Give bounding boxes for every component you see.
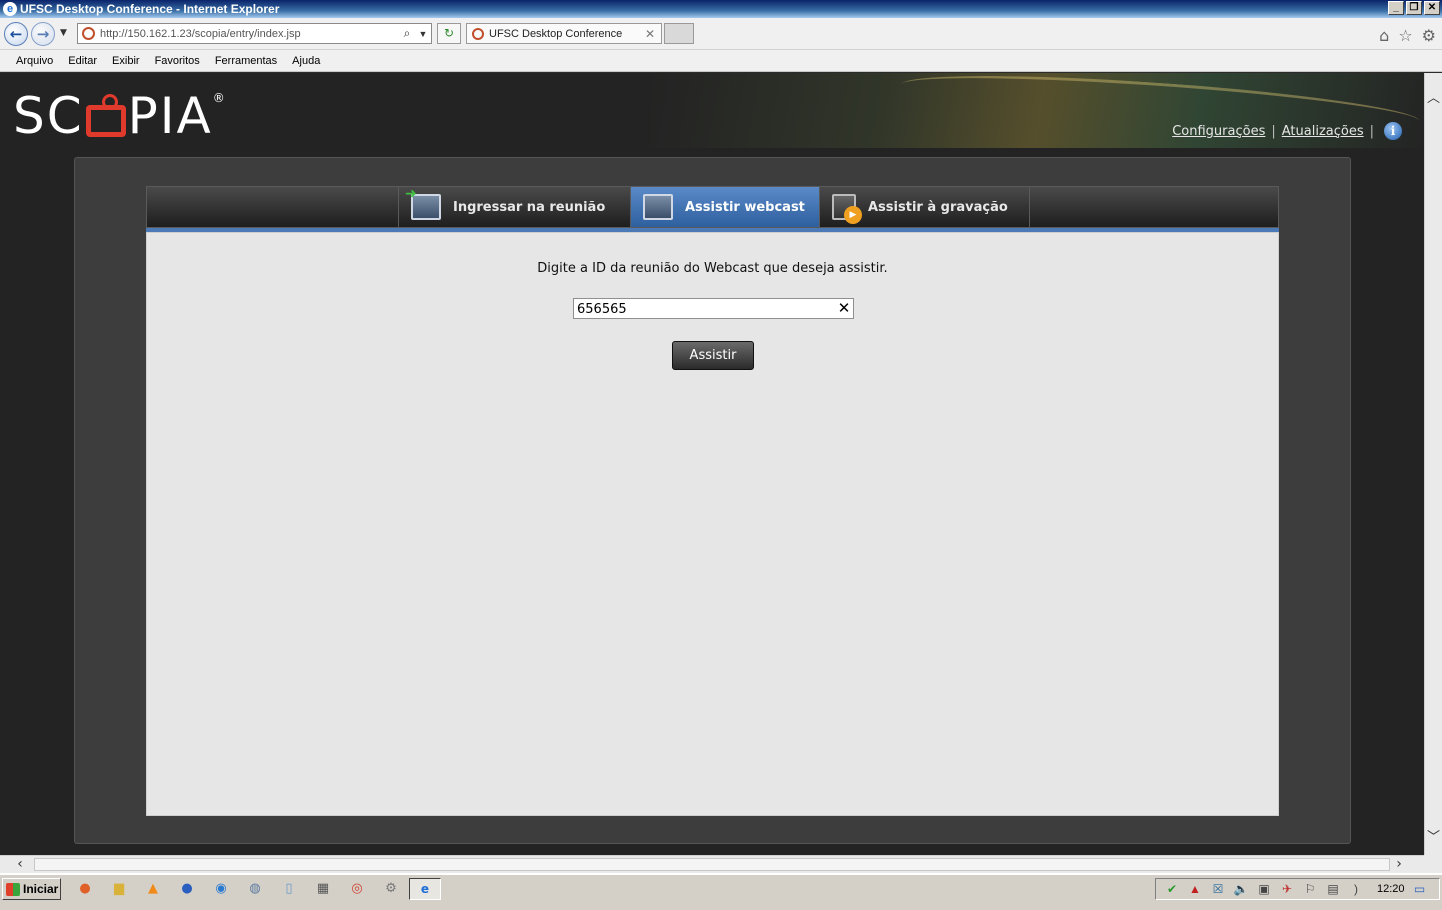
scroll-up-icon[interactable]: ︿ <box>1425 87 1442 106</box>
tab-watch-webcast[interactable]: Assistir webcast <box>631 187 820 227</box>
menu-editar[interactable]: Editar <box>68 55 97 67</box>
tab-title: UFSC Desktop Conference <box>489 27 623 40</box>
compatibility-refresh-button[interactable]: ↻ <box>437 23 461 44</box>
tab-watch-recording[interactable]: Assistir à gravação <box>820 187 1030 227</box>
app-icon[interactable]: ◉ <box>210 880 232 898</box>
settings-link[interactable]: Configurações <box>1172 124 1265 139</box>
favorites-star-icon[interactable]: ☆ <box>1398 26 1412 45</box>
menu-ajuda[interactable]: Ajuda <box>292 55 320 67</box>
watch-button[interactable]: Assistir <box>672 341 754 370</box>
recording-icon <box>832 194 862 224</box>
browser-navigation-bar: ← → ▼ http://150.162.1.23/scopia/entry/i… <box>0 18 1442 50</box>
scroll-down-icon[interactable]: ﹀ <box>1425 826 1442 845</box>
horizontal-scroll-thumb[interactable] <box>34 858 1390 871</box>
settings-icon[interactable]: ⚙ <box>380 880 402 898</box>
horizontal-scrollbar[interactable]: ‹ › <box>0 855 1424 873</box>
clear-input-icon[interactable]: ✕ <box>836 299 852 317</box>
tab-watch-webcast-label: Assistir webcast <box>685 199 805 215</box>
scroll-left-icon[interactable]: ‹ <box>10 856 30 873</box>
menu-arquivo[interactable]: Arquivo <box>16 55 53 67</box>
address-dropdown-icon[interactable]: ▼ <box>415 29 431 39</box>
restore-button[interactable]: ❐ <box>1406 1 1422 15</box>
meeting-id-input[interactable] <box>573 298 854 319</box>
quick-launch: ● ▆ ▲ ● ◉ ◍ ▯ ▦ ◎ ⚙ <box>74 880 402 898</box>
display-icon[interactable]: ▤ <box>1325 882 1341 896</box>
system-tray: ✔ ▲ ☒ 🔈 ▣ ✈ ⚐ ▤ ) 12:20 ▭ <box>1155 878 1440 900</box>
start-label: Iniciar <box>23 882 59 896</box>
window-title: UFSC Desktop Conference - Internet Explo… <box>20 2 280 16</box>
search-icon[interactable]: ⌕ <box>399 26 415 41</box>
logo-text-right: PIA <box>127 87 213 145</box>
info-icon[interactable]: i <box>1384 122 1402 140</box>
network-icon[interactable]: ◍ <box>244 880 266 898</box>
app-tray-icon[interactable]: ☒ <box>1210 882 1226 896</box>
forward-button[interactable]: → <box>31 22 55 46</box>
logo-camera-icon <box>85 94 126 137</box>
link-separator: | <box>1271 123 1276 139</box>
browser-tab-active[interactable]: UFSC Desktop Conference ✕ <box>466 23 662 44</box>
app-tray-icon[interactable]: ✈ <box>1279 882 1295 896</box>
tabs-spacer <box>147 187 399 227</box>
tab-watch-recording-label: Assistir à gravação <box>868 199 1008 215</box>
security-icon[interactable]: ✔ <box>1164 882 1180 896</box>
taskbar: Iniciar ● ▆ ▲ ● ◉ ◍ ▯ ▦ ◎ ⚙ e ✔ ▲ ☒ 🔈 ▣ … <box>0 873 1442 910</box>
link-separator: | <box>1369 123 1374 139</box>
minimize-button[interactable]: _ <box>1388 1 1404 15</box>
menu-ferramentas[interactable]: Ferramentas <box>215 55 277 67</box>
history-dropdown-icon[interactable]: ▼ <box>60 28 67 38</box>
address-url[interactable]: http://150.162.1.23/scopia/entry/index.j… <box>100 28 301 40</box>
tab-join-meeting-label: Ingressar na reunião <box>453 199 606 215</box>
menu-favoritos[interactable]: Favoritos <box>155 55 200 67</box>
new-tab-button[interactable] <box>664 23 694 44</box>
internet-explorer-icon: e <box>3 2 17 16</box>
document-icon[interactable]: ▯ <box>278 880 300 898</box>
logo-text-left: SC <box>13 87 84 145</box>
taskbar-internet-explorer[interactable]: e <box>409 878 441 900</box>
action-tabs: Ingressar na reunião Assistir webcast As… <box>146 186 1279 228</box>
tab-join-meeting[interactable]: Ingressar na reunião <box>399 186 631 227</box>
calculator-icon[interactable]: ▦ <box>312 880 334 898</box>
scopia-logo: SC PIA ® <box>13 87 227 145</box>
tab-favicon-icon <box>472 27 484 40</box>
scroll-right-icon[interactable]: › <box>1389 856 1409 873</box>
network-tray-icon[interactable]: ▣ <box>1256 882 1272 896</box>
start-button[interactable]: Iniciar <box>2 878 61 900</box>
site-favicon-icon <box>82 27 95 40</box>
menu-bar: Arquivo Editar Exibir Favoritos Ferramen… <box>0 50 1442 72</box>
web-page: SC PIA ® Configurações | Atualizações | … <box>0 73 1424 855</box>
close-window-button[interactable]: ✕ <box>1424 1 1440 15</box>
clock: 12:20 <box>1377 883 1405 895</box>
main-panel: Ingressar na reunião Assistir webcast As… <box>74 157 1351 844</box>
window-title-bar: e UFSC Desktop Conference - Internet Exp… <box>0 0 1442 18</box>
show-desktop-icon[interactable]: ▭ <box>1412 882 1428 896</box>
flag-icon[interactable]: ⚐ <box>1302 882 1318 896</box>
logo-registered-mark: ® <box>212 91 227 105</box>
app-icon[interactable]: ● <box>176 880 198 898</box>
firefox-icon[interactable]: ● <box>74 880 96 898</box>
tab-close-icon[interactable]: ✕ <box>645 27 655 41</box>
scrollbar-corner <box>1424 855 1442 873</box>
windows-flag-icon <box>6 882 20 896</box>
back-button[interactable]: ← <box>4 22 28 46</box>
webcast-prompt: Digite a ID da reunião do Webcast que de… <box>537 261 888 276</box>
webcast-icon <box>643 194 673 220</box>
address-bar[interactable]: http://150.162.1.23/scopia/entry/index.j… <box>77 23 432 44</box>
webcast-form: Digite a ID da reunião do Webcast que de… <box>146 232 1279 816</box>
tools-gear-icon[interactable]: ⚙ <box>1422 26 1436 45</box>
vlc-icon[interactable]: ▲ <box>142 880 164 898</box>
chrome-icon[interactable]: ◎ <box>346 880 368 898</box>
wireless-icon[interactable]: ) <box>1348 882 1364 896</box>
join-meeting-icon <box>405 186 441 220</box>
volume-icon[interactable]: 🔈 <box>1233 882 1249 896</box>
header-links: Configurações | Atualizações | i <box>1172 122 1402 140</box>
home-icon[interactable]: ⌂ <box>1379 26 1389 45</box>
updates-link[interactable]: Atualizações <box>1282 124 1364 139</box>
menu-exibir[interactable]: Exibir <box>112 55 140 67</box>
acrobat-icon[interactable]: ▲ <box>1187 882 1203 896</box>
vertical-scrollbar[interactable]: ︿ ﹀ <box>1424 73 1442 855</box>
folder-icon[interactable]: ▆ <box>108 880 130 898</box>
